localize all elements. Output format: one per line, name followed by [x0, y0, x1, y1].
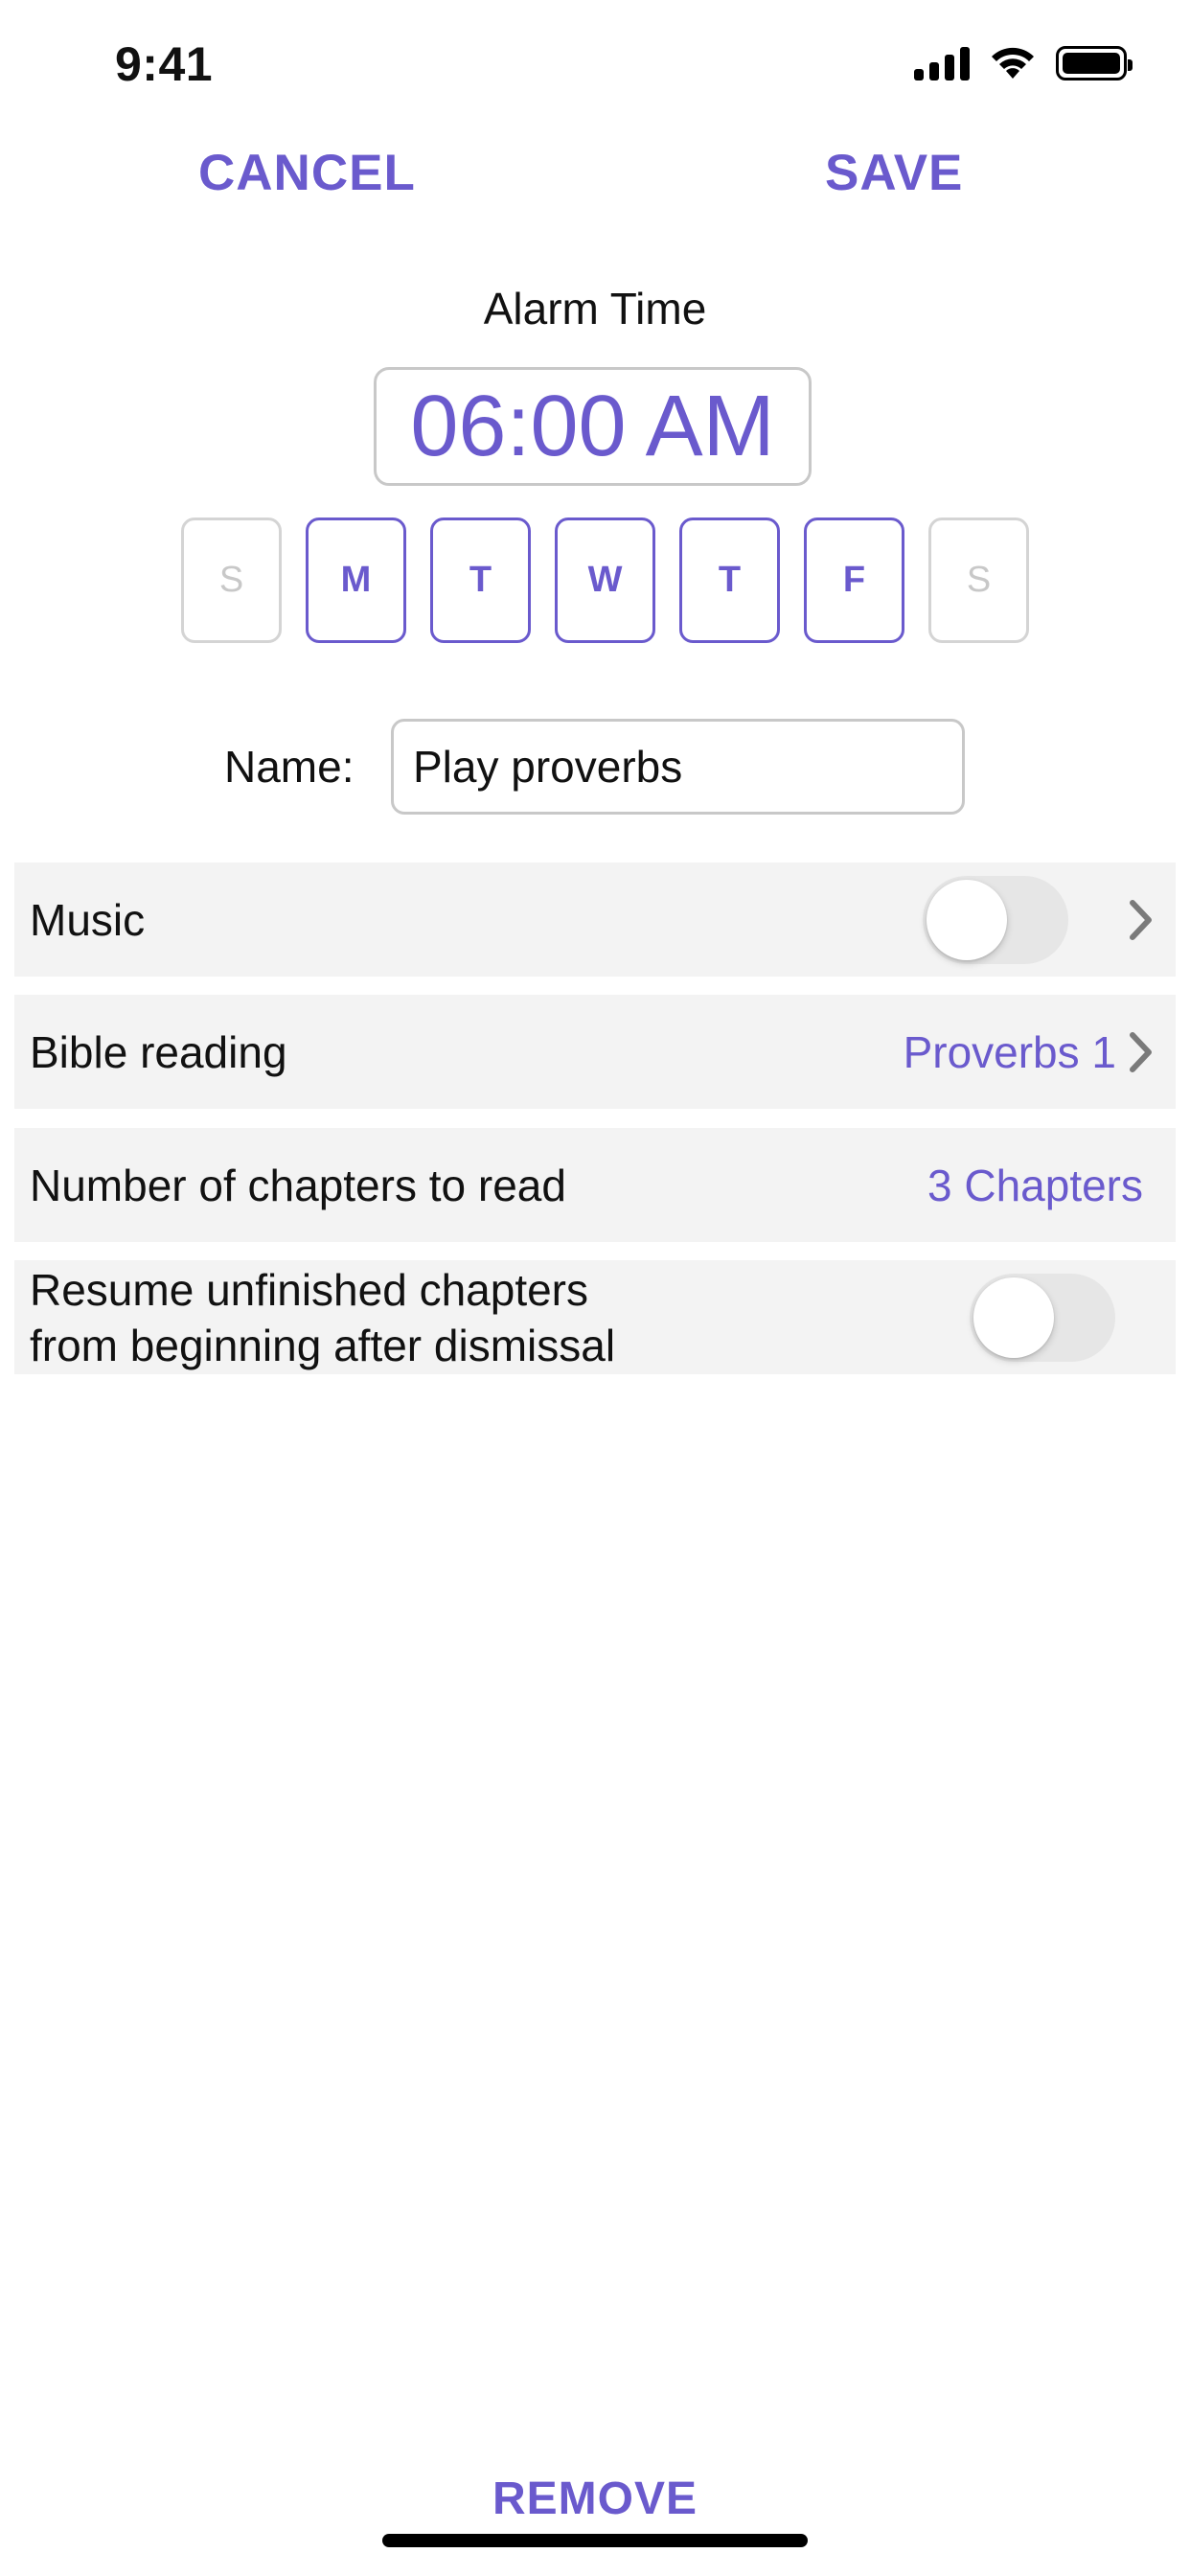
resume-toggle[interactable] [970, 1273, 1115, 1362]
status-time: 9:41 [115, 37, 214, 91]
day-toggle-thursday[interactable]: T [679, 518, 780, 643]
save-button[interactable]: SAVE [825, 144, 963, 202]
cancel-button[interactable]: CANCEL [198, 144, 416, 202]
music-toggle[interactable] [923, 875, 1068, 964]
bible-reading-row[interactable]: Bible reading Proverbs 1 [14, 995, 1176, 1109]
day-toggle-saturday[interactable]: S [928, 518, 1029, 643]
music-label: Music [30, 894, 146, 945]
bible-reading-value: Proverbs 1 [903, 1026, 1116, 1077]
home-indicator [382, 2534, 808, 2547]
bible-reading-label: Bible reading [30, 1026, 287, 1077]
wifi-icon [992, 47, 1034, 79]
resume-row: Resume unfinished chapters from beginnin… [14, 1260, 1176, 1374]
resume-label: Resume unfinished chapters from beginnin… [30, 1262, 615, 1373]
alarm-time-label: Alarm Time [483, 284, 707, 334]
chevron-right-icon [1122, 1024, 1160, 1081]
battery-icon [1056, 46, 1133, 80]
chapters-value: 3 Chapters [927, 1160, 1143, 1210]
name-input[interactable]: Play proverbs [391, 719, 965, 815]
day-toggle-sunday[interactable]: S [181, 518, 282, 643]
day-toggle-wednesday[interactable]: W [555, 518, 655, 643]
chapters-label: Number of chapters to read [30, 1160, 566, 1210]
music-row[interactable]: Music [14, 862, 1176, 977]
day-toggle-monday[interactable]: M [306, 518, 406, 643]
chapters-row[interactable]: Number of chapters to read 3 Chapters [14, 1128, 1176, 1242]
resume-label-line1: Resume unfinished chapters [30, 1264, 588, 1315]
day-selector: S M T W T F S [181, 518, 1029, 643]
name-label: Name: [224, 742, 355, 792]
day-toggle-friday[interactable]: F [804, 518, 904, 643]
status-icons [914, 46, 1133, 80]
remove-button[interactable]: REMOVE [0, 2472, 1190, 2525]
chevron-right-icon [1122, 891, 1160, 949]
cellular-signal-icon [914, 46, 970, 80]
day-toggle-tuesday[interactable]: T [430, 518, 531, 643]
resume-label-line2: from beginning after dismissal [30, 1320, 616, 1370]
alarm-time-picker[interactable]: 06:00 AM [374, 367, 812, 486]
